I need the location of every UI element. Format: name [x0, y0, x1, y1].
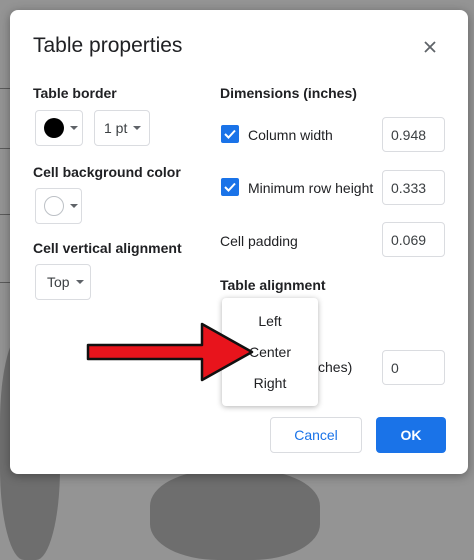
ok-button[interactable]: OK — [376, 417, 446, 453]
column-width-checkbox[interactable] — [221, 125, 239, 143]
border-width-dropdown[interactable]: 1 pt — [94, 110, 150, 146]
close-icon[interactable] — [418, 35, 442, 59]
check-icon — [224, 182, 236, 192]
cell-vertical-alignment-label: Cell vertical alignment — [33, 240, 182, 256]
cell-background-swatch — [44, 196, 64, 216]
chevron-down-icon — [75, 280, 84, 284]
check-icon — [224, 129, 236, 139]
left-indent-label: ches) — [318, 359, 353, 375]
column-width-label: Column width — [248, 127, 333, 143]
cell-background-label: Cell background color — [33, 164, 181, 180]
border-color-swatch — [44, 118, 64, 138]
dialog-title: Table properties — [33, 34, 183, 57]
cell-background-dropdown[interactable] — [35, 188, 82, 224]
column-width-input[interactable] — [382, 117, 445, 152]
chevron-down-icon — [70, 204, 78, 208]
cell-padding-input[interactable] — [382, 222, 445, 257]
cell-padding-label: Cell padding — [220, 233, 298, 249]
table-alignment-label: Table alignment — [220, 277, 326, 293]
vertical-alignment-dropdown[interactable]: Top — [35, 264, 91, 300]
min-row-height-checkbox[interactable] — [221, 178, 239, 196]
dimensions-label: Dimensions (inches) — [220, 85, 357, 101]
table-border-label: Table border — [33, 85, 117, 101]
border-color-dropdown[interactable] — [35, 110, 83, 146]
left-indent-input[interactable] — [382, 350, 445, 385]
red-arrow-annotation — [86, 322, 254, 382]
cancel-button[interactable]: Cancel — [270, 417, 362, 453]
background-image-shape — [150, 470, 320, 560]
chevron-down-icon — [133, 126, 142, 130]
min-row-height-label: Minimum row height — [248, 180, 374, 196]
border-width-value: 1 pt — [104, 120, 128, 136]
min-row-height-input[interactable] — [382, 170, 445, 205]
vertical-alignment-value: Top — [47, 274, 70, 290]
chevron-down-icon — [70, 126, 78, 130]
